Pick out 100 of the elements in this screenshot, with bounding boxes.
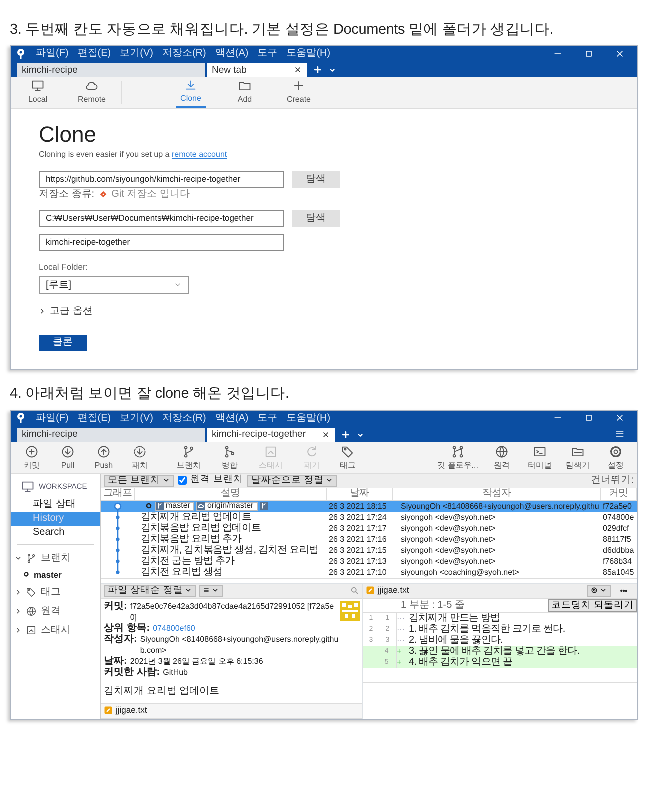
menu-item[interactable]: 액션(A) [215,410,249,426]
menu-item[interactable]: 보기(V) [120,46,154,62]
toolbar-button[interactable]: 브랜치 [169,442,209,473]
toolbar-button[interactable]: 태그 [333,442,363,473]
branch-tag[interactable]: master [155,502,194,511]
commit-row[interactable]: 김치전 굽는 방법 추가 26 3 2021 17:13 siyongoh <dev@syoh.net> f768b34 [101,556,637,567]
menu-item[interactable]: 보기(V) [120,410,154,426]
menu-item[interactable]: 저장소(R) [162,46,206,62]
advanced-options-toggle[interactable]: 고급 옵션 [39,304,93,320]
sidebar-group[interactable]: 태그 [11,583,100,602]
toolbar-button[interactable]: 커밋 [17,442,47,473]
commit-row[interactable]: 김치전 요리법 생성 26 3 2021 17:10 siyoungoh <coaching@syoh.net> 85a1045 [101,566,637,578]
sidebar-group[interactable]: 브랜치 [11,548,100,568]
menu-item[interactable]: 편집(E) [78,410,112,426]
commit-row[interactable]: master origin/master 26 3 2021 18:15 SiyoungOh <81408668+siyoungoh@users.noreply.githu f72a5e0 [101,500,637,512]
table-cell-text: siyongoh <dev@syoh.net> [400,534,497,545]
table-cell-text: siyongoh <dev@syoh.net> [400,512,497,523]
text-field[interactable]: kimchi-recipe-together [39,234,284,252]
toolbar-button[interactable]: Remote [77,77,107,108]
tab[interactable]: kimchi-recipe-together [207,428,335,442]
checkbox-label[interactable]: 원격 브랜치 [190,473,244,488]
column-header[interactable]: 설명 [135,488,327,500]
toolbar-button[interactable]: Pull [53,442,83,473]
menu-item[interactable]: 도구 [258,46,278,62]
diff-marker: + [397,646,403,657]
caret-icon[interactable] [329,67,336,74]
branch-item[interactable]: master [34,568,62,582]
plus-icon[interactable] [313,65,323,76]
branch-tag[interactable]: origin/master [196,502,258,511]
toolbar-button[interactable]: 원격 [487,442,517,473]
toolbar-button[interactable]: 탐색기 [563,442,593,473]
menu-item[interactable]: 파일(F) [36,46,69,62]
tab[interactable]: kimchi-recipe [17,428,205,442]
close-icon[interactable] [615,413,625,424]
column-header[interactable]: 그래프 [101,488,135,500]
commit-row[interactable]: 김치찌개, 김치볶음밥 생성, 김치전 요리법 26 3 2021 17:15 siyongoh <dev@syoh.net> d6ddbba [101,544,637,556]
plus-icon[interactable] [341,430,351,440]
menu-item[interactable]: 편집(E) [78,46,112,62]
menu-item[interactable]: 도움말(H) [286,46,331,62]
settings-dropdown[interactable] [587,584,611,597]
column-header[interactable]: 커밋 [601,488,637,500]
plus-circle-icon [25,444,39,459]
hunk-header: 1 부분 : 1-5 줄 [401,598,465,613]
toolbar-button[interactable]: Add [230,77,260,108]
menu-item[interactable]: 도구 [258,410,278,426]
maximize-icon[interactable] [584,413,594,424]
column-header[interactable]: 작성자 [393,488,601,500]
commit-message: 김치찌개 요리법 업데이트 [104,684,221,699]
file-item[interactable]: jjigae.txt [116,704,148,717]
toolbar-button[interactable]: Clone [176,77,206,108]
commit-row[interactable]: 김치볶음밥 요리법 업데이트 26 3 2021 17:17 siyongoh <dev@syoh.net> 029dfcf [101,522,637,534]
toolbar-button[interactable]: 병합 [215,442,245,473]
toolbar-button[interactable]: Create [284,77,314,108]
toolbar-button[interactable]: 터미널 [525,442,555,473]
table-cell-text: 85a1045 [602,566,636,578]
toolbar-button[interactable]: 깃 플로우... [437,442,479,473]
toolbar-button[interactable]: Push [89,442,119,473]
close-icon[interactable] [615,48,625,59]
menu-item[interactable]: 파일(F) [36,410,69,426]
file-sort-dropdown[interactable]: 파일 상태순 정렬 [104,584,196,597]
clone-button[interactable]: 클론 [39,335,87,352]
commit-row[interactable]: 김치볶음밥 요리법 추가 26 3 2021 17:16 siyongoh <dev@syoh.net> 88117f5 [101,534,637,545]
table-cell-text: 88117f5 [602,534,632,545]
menu-item[interactable]: 도움말(H) [286,410,331,426]
toolbar-button[interactable]: 설정 [601,442,631,473]
column-header[interactable]: 날짜 [327,488,393,500]
merge-icon [223,444,237,459]
sidebar-item[interactable]: 파일 상태 [11,498,100,512]
branch-filter-dropdown[interactable]: 모든 브랜치 [104,474,174,487]
tab[interactable]: kimchi-recipe [17,63,205,78]
branch-icon[interactable] [260,502,268,510]
menu-item[interactable]: 저장소(R) [162,410,206,426]
sidebar-item[interactable]: Search [11,526,100,540]
text-field[interactable]: https://github.com/siyoungoh/kimchi-recipe-together [39,171,284,188]
checkbox[interactable] [178,476,187,486]
close-icon[interactable] [322,430,330,439]
commit-message: 김치전 요리법 생성 [140,566,223,578]
browse-button[interactable]: 탐색 [292,171,340,188]
folder-select[interactable]: [루트] [39,276,189,294]
browse-button[interactable]: 탐색 [292,210,340,228]
sidebar-group[interactable]: 원격 [11,602,100,622]
sort-dropdown[interactable]: 날짜순으로 정렬 [247,474,337,487]
parent-commit-link[interactable]: 074800ef60 [153,622,196,634]
chevron-icon [15,589,22,596]
view-dropdown[interactable] [199,584,224,597]
toolbar-button[interactable]: Local [23,77,53,108]
revert-hunk-button[interactable]: 코드덩치 되돌리기 [548,598,637,612]
tab[interactable]: New tab [207,63,307,78]
remote-account-link[interactable]: remote account [172,149,228,162]
table-cell-text: 26 3 2021 17:16 [328,534,388,545]
close-icon[interactable] [294,66,302,74]
maximize-icon[interactable] [584,48,594,59]
sidebar-group[interactable]: 스태시 [11,621,100,640]
caret-icon[interactable] [357,432,364,439]
menu-item[interactable]: 액션(A) [215,46,249,62]
text-field[interactable]: C:₩Users₩User₩Documents₩kimchi-recipe-together [39,210,284,228]
terminal-icon [533,444,547,459]
menu-icon[interactable] [615,428,625,439]
commit-row[interactable]: 김치찌개 요리법 업데이트 26 3 2021 17:24 siyongoh <dev@syoh.net> 074800e [101,512,637,523]
toolbar-button[interactable]: 패치 [125,442,155,473]
